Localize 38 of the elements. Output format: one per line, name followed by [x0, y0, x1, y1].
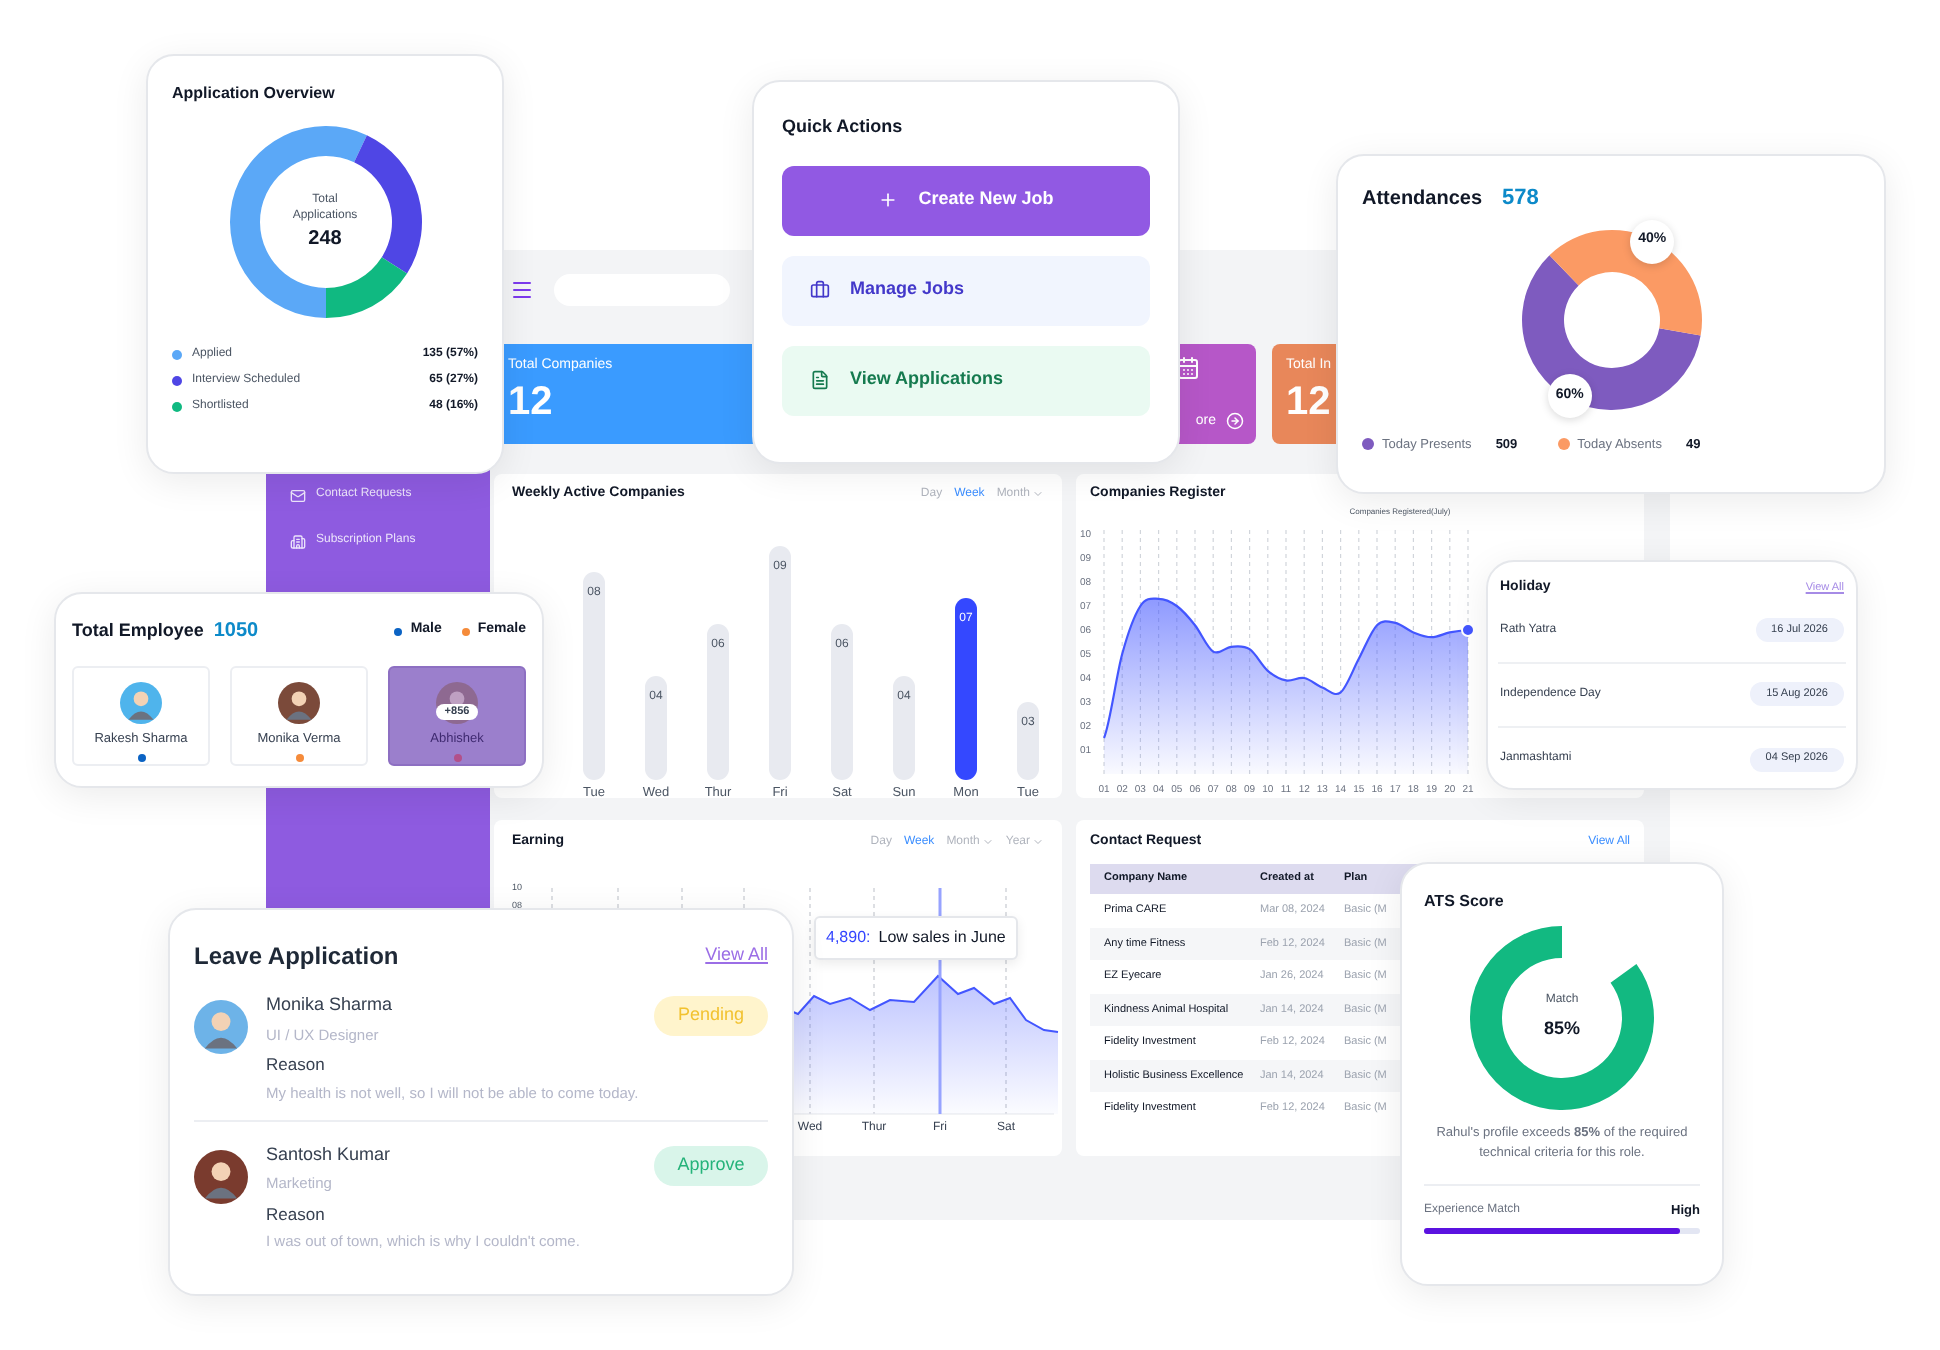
status-badge: Approve: [654, 1145, 768, 1186]
caret-icon: [981, 836, 994, 848]
action-button[interactable]: View Applications: [782, 345, 1150, 415]
tooltip-text: Low sales in June: [878, 926, 1006, 950]
menu-icon[interactable]: [510, 278, 534, 302]
center-value: 248: [308, 225, 342, 253]
view-all-link[interactable]: View All: [705, 942, 768, 970]
action-button[interactable]: Manage Jobs: [782, 255, 1150, 325]
avatar: [194, 1000, 248, 1054]
tooltip-value: 4,890:: [826, 926, 871, 950]
avatar: [120, 682, 162, 724]
reason-label: Reason: [266, 1051, 327, 1077]
employee-name: Monika Sharma: [266, 992, 393, 1018]
card-title: Attendances: [1362, 185, 1483, 214]
document-icon: [810, 370, 830, 390]
plus-icon: [878, 190, 899, 210]
avatar: [278, 682, 320, 724]
building-icon: [290, 533, 306, 549]
action-button[interactable]: Create New Job: [782, 165, 1150, 235]
avatar: [194, 1149, 248, 1204]
stat-value: 12: [508, 377, 555, 425]
card-title: Leave Application: [194, 940, 399, 974]
card-title: Application Overview: [172, 82, 337, 106]
card-title: Total Employee: [72, 617, 204, 644]
hover-marker: [1461, 623, 1475, 637]
employee-name: Santosh Kumar: [266, 1141, 391, 1168]
card-title: ATS Score: [1424, 890, 1506, 914]
card-title: Quick Actions: [782, 114, 905, 140]
caret-icon: [1032, 488, 1044, 500]
caret-icon: [1032, 836, 1044, 848]
mail-icon: [290, 487, 306, 503]
center-value: 85%: [1543, 1016, 1580, 1043]
briefcase-icon: [810, 280, 830, 300]
card-count: 578: [1502, 184, 1539, 214]
reason-label: Reason: [266, 1201, 327, 1227]
status-badge: Pending: [654, 996, 768, 1036]
stat-value: 12: [1286, 377, 1333, 425]
card-count: 1050: [213, 618, 261, 646]
